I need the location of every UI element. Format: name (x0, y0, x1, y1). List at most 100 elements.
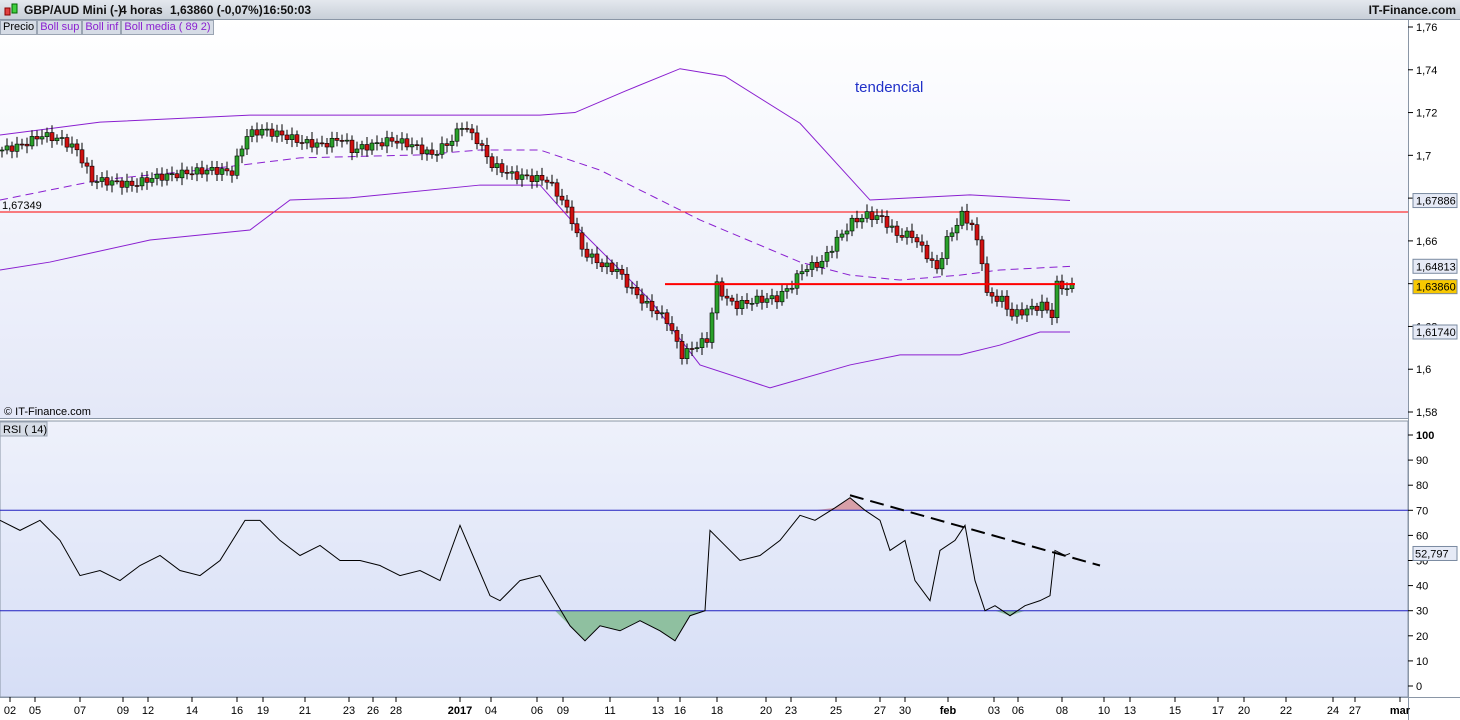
candle (289, 134, 295, 140)
candle (434, 154, 440, 156)
candle (764, 298, 770, 303)
candle (379, 142, 385, 147)
chart-canvas[interactable]: 1,581,61,621,641,661,681,71,721,741,7601… (0, 0, 1460, 720)
legend-precio[interactable]: Precio (0, 20, 38, 35)
candle (959, 210, 965, 226)
candle (149, 178, 155, 183)
candle (964, 210, 970, 224)
x-tick-label: 30 (899, 705, 911, 717)
candle (104, 177, 110, 186)
candle (424, 149, 430, 155)
candle (1029, 305, 1035, 310)
legend-boll-media[interactable]: Boll media ( 89 2) (121, 20, 214, 35)
candle (214, 167, 220, 175)
candle (1019, 309, 1025, 316)
candle (519, 174, 525, 180)
x-tick-label: 27 (1349, 705, 1361, 717)
x-tick-label: 22 (1280, 705, 1292, 717)
candle (624, 273, 630, 288)
candle (339, 140, 345, 142)
candle (614, 269, 620, 272)
candle (94, 181, 100, 183)
x-tick-label: 26 (367, 705, 379, 717)
y-tick-label: 1,7 (1416, 150, 1431, 162)
candle (839, 233, 845, 238)
candle (619, 269, 625, 275)
candle (404, 138, 410, 148)
y-tick-label: 1,66 (1416, 236, 1437, 248)
candle (414, 144, 420, 146)
candle (969, 222, 975, 226)
candle (374, 142, 380, 144)
candle (199, 167, 205, 175)
x-tick-label: 14 (186, 705, 198, 717)
price-panel (0, 20, 1408, 418)
candle (899, 235, 905, 238)
candle (944, 236, 950, 259)
candle (649, 300, 655, 312)
candle (139, 177, 145, 187)
x-tick-label: 23 (343, 705, 355, 717)
candle (879, 215, 885, 217)
rsi-y-tick-label: 60 (1416, 530, 1428, 542)
candle (19, 143, 25, 146)
candle (589, 253, 595, 258)
rsi-y-tick-label: 0 (1416, 681, 1422, 693)
price-marker-label: 1,67886 (1416, 196, 1456, 208)
x-tick-label: 27 (874, 705, 886, 717)
candle (979, 239, 985, 265)
legend-boll-inf[interactable]: Boll inf (82, 20, 122, 35)
candle (324, 143, 330, 148)
candle (644, 300, 650, 304)
candle (224, 168, 230, 172)
candle (769, 295, 775, 300)
candle (804, 269, 810, 272)
x-tick-label: 28 (390, 705, 402, 717)
candle (459, 128, 465, 130)
x-tick-label: 18 (711, 705, 723, 717)
candle (909, 230, 915, 238)
candle (854, 217, 860, 223)
x-tick-label: 20 (1238, 705, 1250, 717)
x-tick-label: 05 (29, 705, 41, 717)
candle (889, 225, 895, 228)
candle (554, 182, 560, 197)
candle (574, 223, 580, 234)
x-tick-label: 04 (485, 705, 497, 717)
candle (704, 338, 710, 343)
price-marker-label: 1,61740 (1416, 327, 1456, 339)
x-tick-label: 06 (1012, 705, 1024, 717)
candle (1054, 280, 1060, 318)
x-tick-label: 17 (1212, 705, 1224, 717)
candle (729, 297, 735, 302)
candle (259, 128, 265, 136)
candle (739, 300, 745, 309)
rsi-y-tick-label: 30 (1416, 606, 1428, 618)
candle (279, 130, 285, 136)
rsi-label[interactable]: RSI ( 14) (3, 424, 47, 436)
candle (299, 142, 305, 144)
candle (609, 262, 615, 272)
candle (884, 215, 890, 228)
candle (509, 171, 515, 174)
candle (444, 143, 450, 146)
candle (484, 144, 490, 158)
candle (489, 156, 495, 169)
candle (734, 300, 740, 309)
candle (1064, 288, 1070, 290)
candle (999, 295, 1005, 302)
candle (394, 140, 400, 144)
rsi-y-tick-label: 40 (1416, 581, 1428, 593)
y-tick-label: 1,76 (1416, 22, 1437, 34)
x-tick-label: 11 (604, 705, 615, 717)
candle (154, 173, 160, 179)
x-tick-label: 16 (674, 705, 686, 717)
legend-boll-sup[interactable]: Boll sup (37, 20, 83, 35)
candle (209, 167, 215, 171)
x-tick-label: 13 (652, 705, 664, 717)
x-tick-label: 03 (988, 705, 1000, 717)
candle (309, 139, 315, 148)
candle (124, 180, 130, 188)
candle (914, 237, 920, 243)
rsi-y-tick-label: 70 (1416, 505, 1428, 517)
